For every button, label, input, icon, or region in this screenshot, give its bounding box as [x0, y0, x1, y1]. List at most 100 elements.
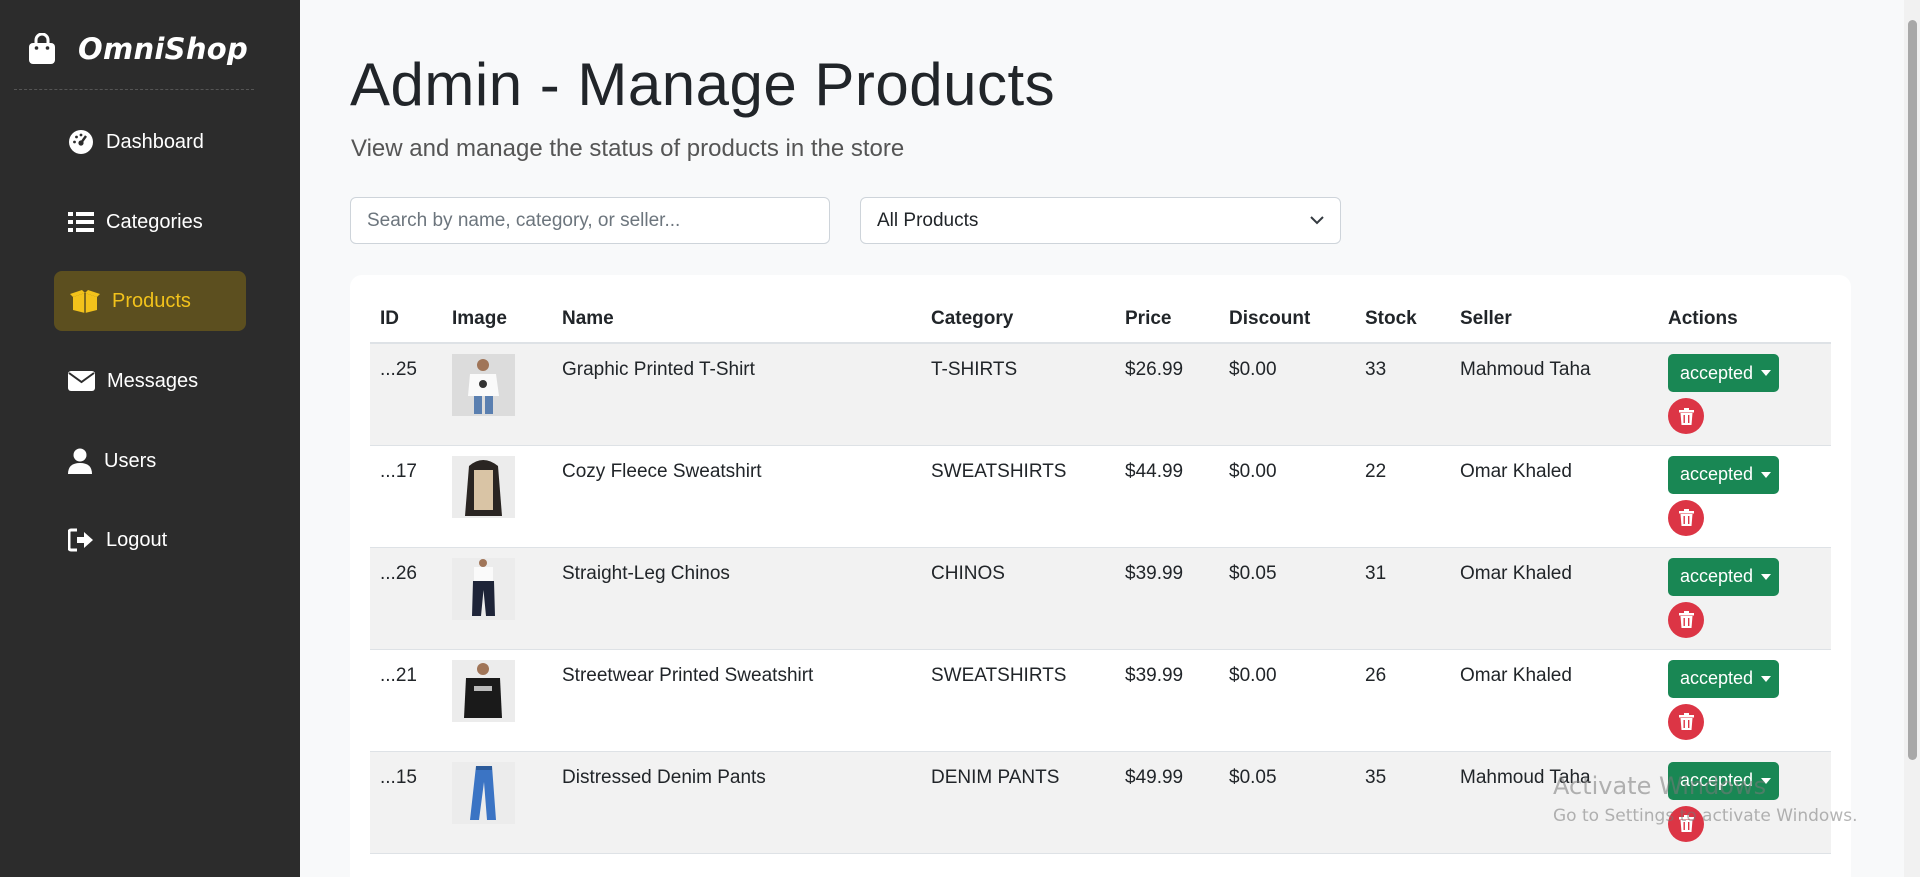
windows-activation-watermark: Activate Windows Go to Settings to activ… — [1553, 772, 1858, 826]
product-image-sweatshirt — [452, 455, 515, 518]
cell-price: $39.99 — [1115, 649, 1219, 752]
status-dropdown-button[interactable]: accepted — [1668, 659, 1779, 698]
logout-icon — [68, 528, 93, 552]
sidebar-item-label: Dashboard — [106, 130, 204, 153]
status-dropdown-button[interactable]: accepted — [1668, 354, 1779, 392]
cell-category: DENIM PANTS — [921, 751, 1115, 854]
shopping-bag-icon — [29, 33, 55, 64]
cell-discount: $0.05 — [1219, 547, 1355, 650]
cell-stock: 31 — [1355, 547, 1450, 650]
caret-down-icon — [1761, 471, 1772, 478]
status-label: accepted — [1680, 464, 1754, 484]
trash-icon — [1678, 611, 1694, 628]
list-icon — [68, 212, 94, 232]
cell-category: SWEATSHIRTS — [921, 445, 1115, 548]
brand-name: OmniShop — [78, 32, 249, 66]
cell-discount: $0.00 — [1219, 649, 1355, 752]
cell-image — [442, 547, 552, 650]
status-dropdown-button[interactable]: accepted — [1668, 557, 1779, 596]
cell-discount: $0.00 — [1219, 343, 1355, 446]
cell-discount: $0.00 — [1219, 445, 1355, 548]
sidebar-item-label: Users — [104, 449, 157, 472]
table-row: ...21 Streetwear Printed Sweatshirt SWEA… — [370, 649, 1831, 752]
trash-icon — [1678, 509, 1694, 526]
col-header-image: Image — [442, 295, 552, 344]
watermark-title: Activate Windows — [1553, 772, 1767, 800]
delete-button[interactable] — [1668, 703, 1704, 740]
delete-button[interactable] — [1668, 601, 1704, 638]
table-row: ...17 Cozy Fleece Sweatshirt SWEATSHIRTS… — [370, 445, 1831, 548]
caret-down-icon — [1761, 573, 1772, 580]
cell-category: SWEATSHIRTS — [921, 649, 1115, 752]
product-image-printed-sweatshirt — [452, 659, 515, 722]
col-header-id: ID — [370, 295, 442, 344]
col-header-actions: Actions — [1658, 295, 1831, 344]
product-image-tshirt — [452, 354, 515, 416]
brand[interactable]: OmniShop — [28, 32, 248, 66]
cell-actions: accepted — [1658, 343, 1831, 446]
cell-seller: Omar Khaled — [1450, 445, 1658, 548]
envelope-icon — [68, 371, 95, 391]
cell-actions: accepted — [1658, 649, 1831, 752]
main-content: Admin - Manage Products View and manage … — [300, 0, 1904, 877]
caret-down-icon — [1761, 675, 1772, 682]
sidebar-item-label: Categories — [106, 210, 203, 233]
cell-image — [442, 649, 552, 752]
cell-seller: Omar Khaled — [1450, 547, 1658, 650]
delete-button[interactable] — [1668, 398, 1704, 434]
col-header-price: Price — [1115, 295, 1219, 344]
page-scrollbar[interactable] — [1904, 0, 1920, 877]
product-image-denim — [452, 761, 515, 824]
sidebar-item-categories[interactable]: Categories — [54, 192, 246, 252]
sidebar-item-label: Products — [112, 289, 191, 312]
cell-actions: accepted — [1658, 547, 1831, 650]
cell-image — [442, 343, 552, 446]
cell-name: Graphic Printed T-Shirt — [552, 343, 921, 446]
cell-seller: Omar Khaled — [1450, 649, 1658, 752]
sidebar-item-dashboard[interactable]: Dashboard — [54, 112, 246, 172]
delete-button[interactable] — [1668, 499, 1704, 536]
sidebar-item-logout[interactable]: Logout — [54, 510, 246, 570]
sidebar-item-products[interactable]: Products — [54, 271, 246, 331]
cell-stock: 33 — [1355, 343, 1450, 446]
cell-price: $49.99 — [1115, 751, 1219, 854]
col-header-stock: Stock — [1355, 295, 1450, 344]
cell-actions: accepted — [1658, 445, 1831, 548]
cell-seller: Mahmoud Taha — [1450, 343, 1658, 446]
cell-name: Streetwear Printed Sweatshirt — [552, 649, 921, 752]
cell-id: ...21 — [370, 649, 442, 752]
status-label: accepted — [1680, 566, 1754, 586]
cell-stock: 26 — [1355, 649, 1450, 752]
cell-image — [442, 751, 552, 854]
cell-id: ...15 — [370, 751, 442, 854]
caret-down-icon — [1761, 370, 1772, 376]
cell-category: CHINOS — [921, 547, 1115, 650]
page-title: Admin - Manage Products — [350, 51, 1056, 118]
cell-name: Straight-Leg Chinos — [552, 547, 921, 650]
table-row: ...25 Graphic Printed T-Shirt T-SHIRTS $… — [370, 343, 1831, 446]
sidebar-item-users[interactable]: Users — [54, 431, 246, 491]
product-image-chinos — [452, 557, 515, 620]
cell-stock: 22 — [1355, 445, 1450, 548]
cell-id: ...26 — [370, 547, 442, 650]
user-icon — [68, 448, 92, 474]
box-icon — [70, 290, 100, 313]
search-input[interactable] — [350, 197, 830, 244]
col-header-discount: Discount — [1219, 295, 1355, 344]
scrollbar-thumb[interactable] — [1908, 20, 1917, 760]
chevron-down-icon — [1310, 216, 1324, 225]
gauge-icon — [69, 130, 93, 154]
status-dropdown-button[interactable]: accepted — [1668, 455, 1779, 494]
products-table: ID Image Name Category Price Discount St… — [370, 295, 1831, 854]
sidebar-item-label: Messages — [107, 369, 199, 392]
col-header-seller: Seller — [1450, 295, 1658, 344]
cell-category: T-SHIRTS — [921, 343, 1115, 446]
sidebar-item-messages[interactable]: Messages — [54, 351, 246, 411]
page-subtitle: View and manage the status of products i… — [351, 135, 905, 162]
cell-id: ...17 — [370, 445, 442, 548]
sidebar-divider — [14, 89, 254, 90]
status-filter-select[interactable]: All Products — [860, 197, 1341, 244]
table-row: ...26 Straight-Leg Chinos CHINOS $39.99 … — [370, 547, 1831, 650]
status-filter-value: All Products — [877, 209, 979, 231]
cell-price: $26.99 — [1115, 343, 1219, 446]
